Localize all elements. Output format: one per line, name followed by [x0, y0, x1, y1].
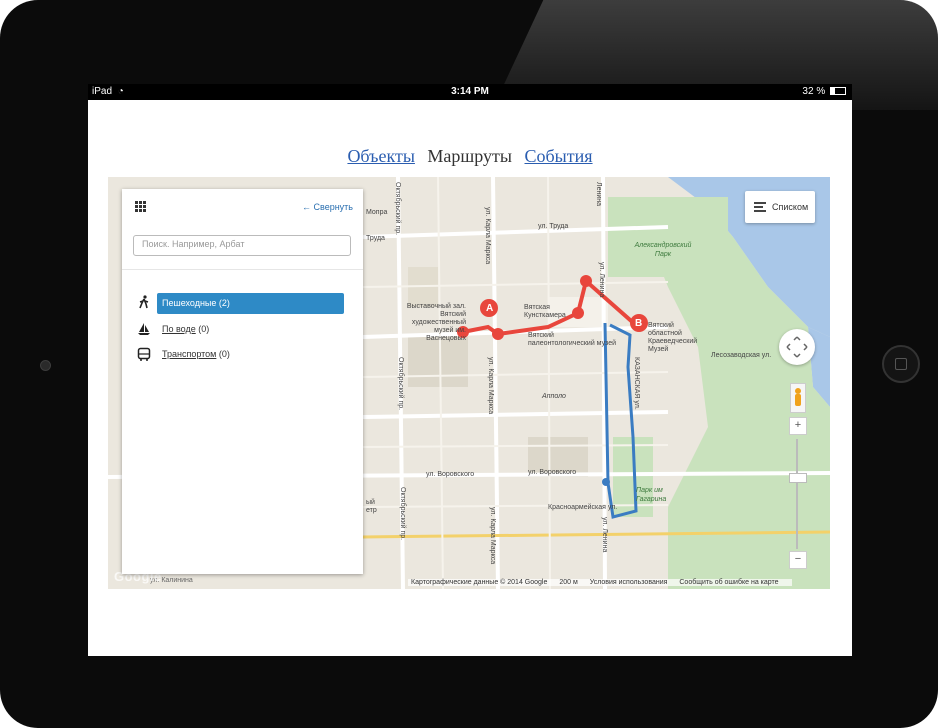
sailboat-icon	[138, 323, 150, 335]
main-nav: Объекты Маршруты События	[88, 146, 852, 167]
routes-panel: ← Свернуть Поиск. Например, Арбат Пешехо…	[122, 189, 363, 574]
map[interactable]: A B ул. Труда Труда Мопра ул. Карла Марк…	[108, 177, 830, 589]
wifi-icon: ◔	[117, 86, 124, 97]
map-scale: 200 м	[559, 579, 578, 586]
zoom-slider-track[interactable]	[796, 439, 798, 549]
screen: 3:14 PM iPad ◔ 32 % Объекты Маршруты Соб…	[88, 84, 852, 656]
list-view-button[interactable]: Списком	[745, 191, 815, 223]
street-label: ул. Воровского	[528, 469, 577, 476]
street-label: Труда	[366, 235, 385, 242]
status-bar: 3:14 PM iPad ◔ 32 %	[88, 84, 852, 100]
nav-routes: Маршруты	[427, 146, 512, 166]
street-label: ул. Ленина	[601, 517, 608, 553]
list-icon	[754, 202, 766, 212]
street-label: Красноармейская ул.	[548, 504, 618, 511]
collapse-panel-link[interactable]: ← Свернуть	[302, 202, 353, 212]
poi-label: ый етр	[366, 499, 377, 514]
street-label: ул. Воровского	[426, 471, 475, 478]
zoom-slider-thumb[interactable]	[789, 473, 807, 483]
home-button[interactable]	[882, 345, 920, 383]
zoom-in-button[interactable]: +	[789, 417, 807, 435]
walking-person-icon	[139, 295, 149, 309]
battery-percent: 32 %	[802, 86, 826, 97]
nav-events[interactable]: События	[525, 146, 593, 166]
street-label: ул. Труда	[538, 223, 569, 230]
street-label: Лесозаводская ул.	[711, 352, 772, 359]
nav-objects[interactable]: Объекты	[347, 146, 414, 166]
poi-label: Вятский областной Краеведческий Музей	[648, 322, 698, 353]
poi-label: Вятская Кунсткамера	[524, 304, 566, 319]
park-label: Александровский Парк	[634, 242, 692, 258]
street-label: ул. Карла Маркса	[489, 507, 496, 565]
street-label: Октябрьский пр.	[394, 182, 401, 236]
street-label: ул. Карла Маркса	[484, 207, 491, 265]
pan-arrows-icon	[786, 336, 808, 358]
grid-menu-icon[interactable]	[135, 201, 147, 213]
category-label: Транспортом (0)	[162, 349, 230, 359]
divider	[122, 269, 363, 270]
battery-status: 32 %	[802, 86, 846, 97]
category-label: По воде (0)	[162, 324, 210, 334]
poi-label: Вятский палеонтологический музей	[528, 332, 616, 347]
bus-icon	[137, 347, 151, 361]
park-label: Парк им Гагарина	[636, 487, 667, 503]
poi-label: Апполо	[542, 393, 566, 400]
street-label: ул. Карла Маркса	[487, 357, 494, 415]
street-label: Мопра	[366, 209, 388, 216]
zoom-out-button[interactable]: −	[789, 551, 807, 569]
report-error-link[interactable]: Сообщить об ошибке на карте	[679, 579, 778, 586]
pan-control[interactable]	[779, 329, 815, 365]
poi-label: Выставочный зал. Вятский художественный …	[406, 303, 466, 342]
status-device: iPad ◔	[92, 86, 124, 97]
device-name: iPad	[92, 86, 113, 97]
status-time: 3:14 PM	[451, 86, 489, 97]
ipad-frame: 3:14 PM iPad ◔ 32 % Объекты Маршруты Соб…	[0, 0, 938, 728]
marker-a-label: A	[486, 303, 494, 314]
battery-icon	[830, 87, 846, 96]
street-view-pegman-icon[interactable]	[790, 383, 806, 413]
terms-link[interactable]: Условия использования	[590, 579, 668, 586]
list-button-label: Списком	[772, 202, 809, 212]
street-label: Октябрьский пр.	[399, 487, 406, 541]
category-label: Пешеходные (2)	[162, 298, 230, 308]
street-label: Октябрьский пр.	[397, 357, 404, 411]
map-data-credit: Картографические данные © 2014 Google	[411, 579, 548, 586]
home-square-icon	[895, 358, 907, 370]
map-attribution: Картографические данные © 2014 Google 20…	[408, 579, 792, 586]
panel-header: ← Свернуть	[122, 189, 363, 221]
marker-b-label: B	[635, 318, 643, 329]
street-label: ул. Ленина	[598, 262, 605, 298]
front-camera	[40, 360, 51, 371]
street-label: КАЗАНСКАЯ ул.	[633, 357, 640, 410]
street-label: Ленина	[595, 182, 602, 207]
search-input[interactable]: Поиск. Например, Арбат	[133, 235, 351, 256]
